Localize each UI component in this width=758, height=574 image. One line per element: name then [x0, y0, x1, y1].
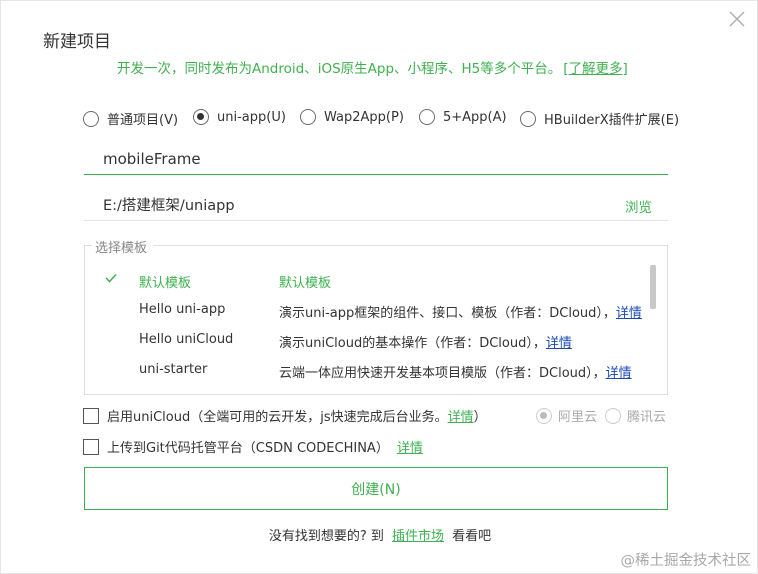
unicloud-detail-link[interactable]: 详情 — [448, 406, 474, 425]
footer-prefix: 没有找到想要的? 到 — [268, 529, 384, 544]
template-desc: 默认模板 — [279, 276, 332, 291]
git-label: 上传到Git代码托管平台（CSDN CODECHINA） — [107, 441, 389, 456]
subtitle-text: 开发一次，同时发布为Android、iOS原生App、小程序、H5等多个平台。 — [117, 61, 562, 77]
close-icon[interactable] — [727, 9, 747, 29]
radio-label: 阿里云 — [558, 410, 598, 425]
watermark: @稀土掘金技术社区 — [620, 553, 752, 569]
radio-circle — [419, 109, 435, 125]
radio-circle — [193, 109, 209, 125]
template-desc: 演示uni-app框架的组件、接口、模板（作者：DCloud），详情 — [279, 302, 642, 321]
template-desc: 演示uniCloud的基本操作（作者：DCloud），详情 — [279, 332, 572, 351]
radio-label: 5+App(A) — [443, 109, 507, 125]
radio-label: Wap2App(P) — [324, 109, 404, 125]
footer-suffix: 看看吧 — [452, 529, 492, 544]
radio-aliyun[interactable]: 阿里云 — [536, 406, 597, 425]
checkmark-icon — [104, 271, 118, 285]
template-detail-link[interactable]: 详情 — [616, 306, 642, 321]
dialog-title: 新建项目 — [43, 32, 111, 52]
template-desc-text: 演示uni-app框架的组件、接口、模板（作者：DCloud）， — [279, 306, 616, 321]
template-scrollbar[interactable] — [650, 265, 656, 309]
git-checkbox[interactable] — [83, 438, 99, 455]
template-desc-text: 云端一体应用快速开发基本项目模版（作者：DCloud）， — [279, 366, 606, 381]
template-row-default[interactable]: 默认模板 默认模板 — [85, 265, 651, 295]
radio-circle — [536, 407, 552, 424]
project-type-group: 普通项目(V) uni-app(U) Wap2App(P) 5+App(A) H… — [83, 109, 683, 131]
template-name: Hello uni-app — [139, 302, 226, 317]
radio-tencent-cloud[interactable]: 腾讯云 — [605, 406, 666, 425]
template-row-uni-starter[interactable]: uni-starter 云端一体应用快速开发基本项目模版（作者：DCloud），… — [85, 355, 651, 385]
plugin-market-link[interactable]: 插件市场 — [392, 529, 444, 544]
radio-wap2app[interactable]: Wap2App(P) — [300, 109, 404, 125]
project-path-field: 浏览 — [84, 189, 668, 221]
frame-line — [84, 245, 92, 246]
template-row-hello-uni-app[interactable]: Hello uni-app 演示uni-app框架的组件、接口、模板（作者：DC… — [85, 295, 651, 325]
frame-line — [153, 245, 668, 246]
radio-circle — [520, 110, 536, 127]
browse-button[interactable]: 浏览 — [625, 196, 652, 216]
template-detail-link[interactable]: 详情 — [606, 366, 632, 381]
radio-label: 普通项目(V) — [107, 113, 179, 128]
radio-normal-project[interactable]: 普通项目(V) — [83, 109, 178, 128]
project-path-input[interactable] — [84, 189, 668, 220]
git-detail-link[interactable]: 详情 — [397, 437, 423, 456]
radio-label: HBuilderX插件扩展(E) — [544, 113, 680, 128]
radio-5plus-app[interactable]: 5+App(A) — [419, 109, 507, 125]
footer: 没有找到想要的? 到 插件市场 看看吧 — [1, 525, 758, 544]
radio-uni-app[interactable]: uni-app(U) — [193, 109, 286, 125]
git-option: 上传到Git代码托管平台（CSDN CODECHINA） 详情 — [83, 437, 423, 456]
template-legend: 选择模板 — [95, 237, 148, 256]
radio-circle — [300, 109, 316, 125]
template-selector: 选择模板 默认模板 默认模板 Hello uni-app 演示uni-app框架… — [84, 237, 668, 395]
template-desc-text: 演示uniCloud的基本操作（作者：DCloud）， — [279, 336, 546, 351]
template-detail-link[interactable]: 详情 — [546, 336, 572, 351]
unicloud-close-paren: ） — [473, 410, 487, 425]
template-name: Hello uniCloud — [139, 332, 234, 347]
unicloud-checkbox[interactable] — [83, 407, 99, 424]
radio-label: 腾讯云 — [627, 410, 667, 425]
project-name-input[interactable] — [84, 143, 668, 174]
template-desc: 云端一体应用快速开发基本项目模版（作者：DCloud），详情 — [279, 362, 632, 381]
unicloud-option: 启用uniCloud（全端可用的云开发，js快速完成后台业务。 详情） — [83, 406, 487, 425]
template-name: 默认模板 — [139, 276, 192, 291]
radio-hbuilderx-plugin[interactable]: HBuilderX插件扩展(E) — [520, 109, 679, 128]
template-row-hello-unicloud[interactable]: Hello uniCloud 演示uniCloud的基本操作（作者：DCloud… — [85, 325, 651, 355]
new-project-dialog: 新建项目 开发一次，同时发布为Android、iOS原生App、小程序、H5等多… — [0, 0, 758, 574]
unicloud-label: 启用uniCloud（全端可用的云开发，js快速完成后台业务。 — [107, 410, 448, 425]
template-list: 默认模板 默认模板 Hello uni-app 演示uni-app框架的组件、接… — [85, 265, 651, 393]
dialog-subtitle: 开发一次，同时发布为Android、iOS原生App、小程序、H5等多个平台。[… — [117, 57, 628, 77]
radio-label: uni-app(U) — [217, 109, 286, 125]
cloud-provider-group: 阿里云 腾讯云 — [536, 406, 674, 425]
template-name: uni-starter — [139, 362, 208, 377]
radio-circle — [83, 110, 99, 127]
learn-more-link[interactable]: [了解更多] — [563, 61, 628, 77]
project-name-field — [84, 143, 668, 175]
radio-circle — [605, 407, 622, 424]
create-button[interactable]: 创建(N) — [84, 467, 668, 510]
